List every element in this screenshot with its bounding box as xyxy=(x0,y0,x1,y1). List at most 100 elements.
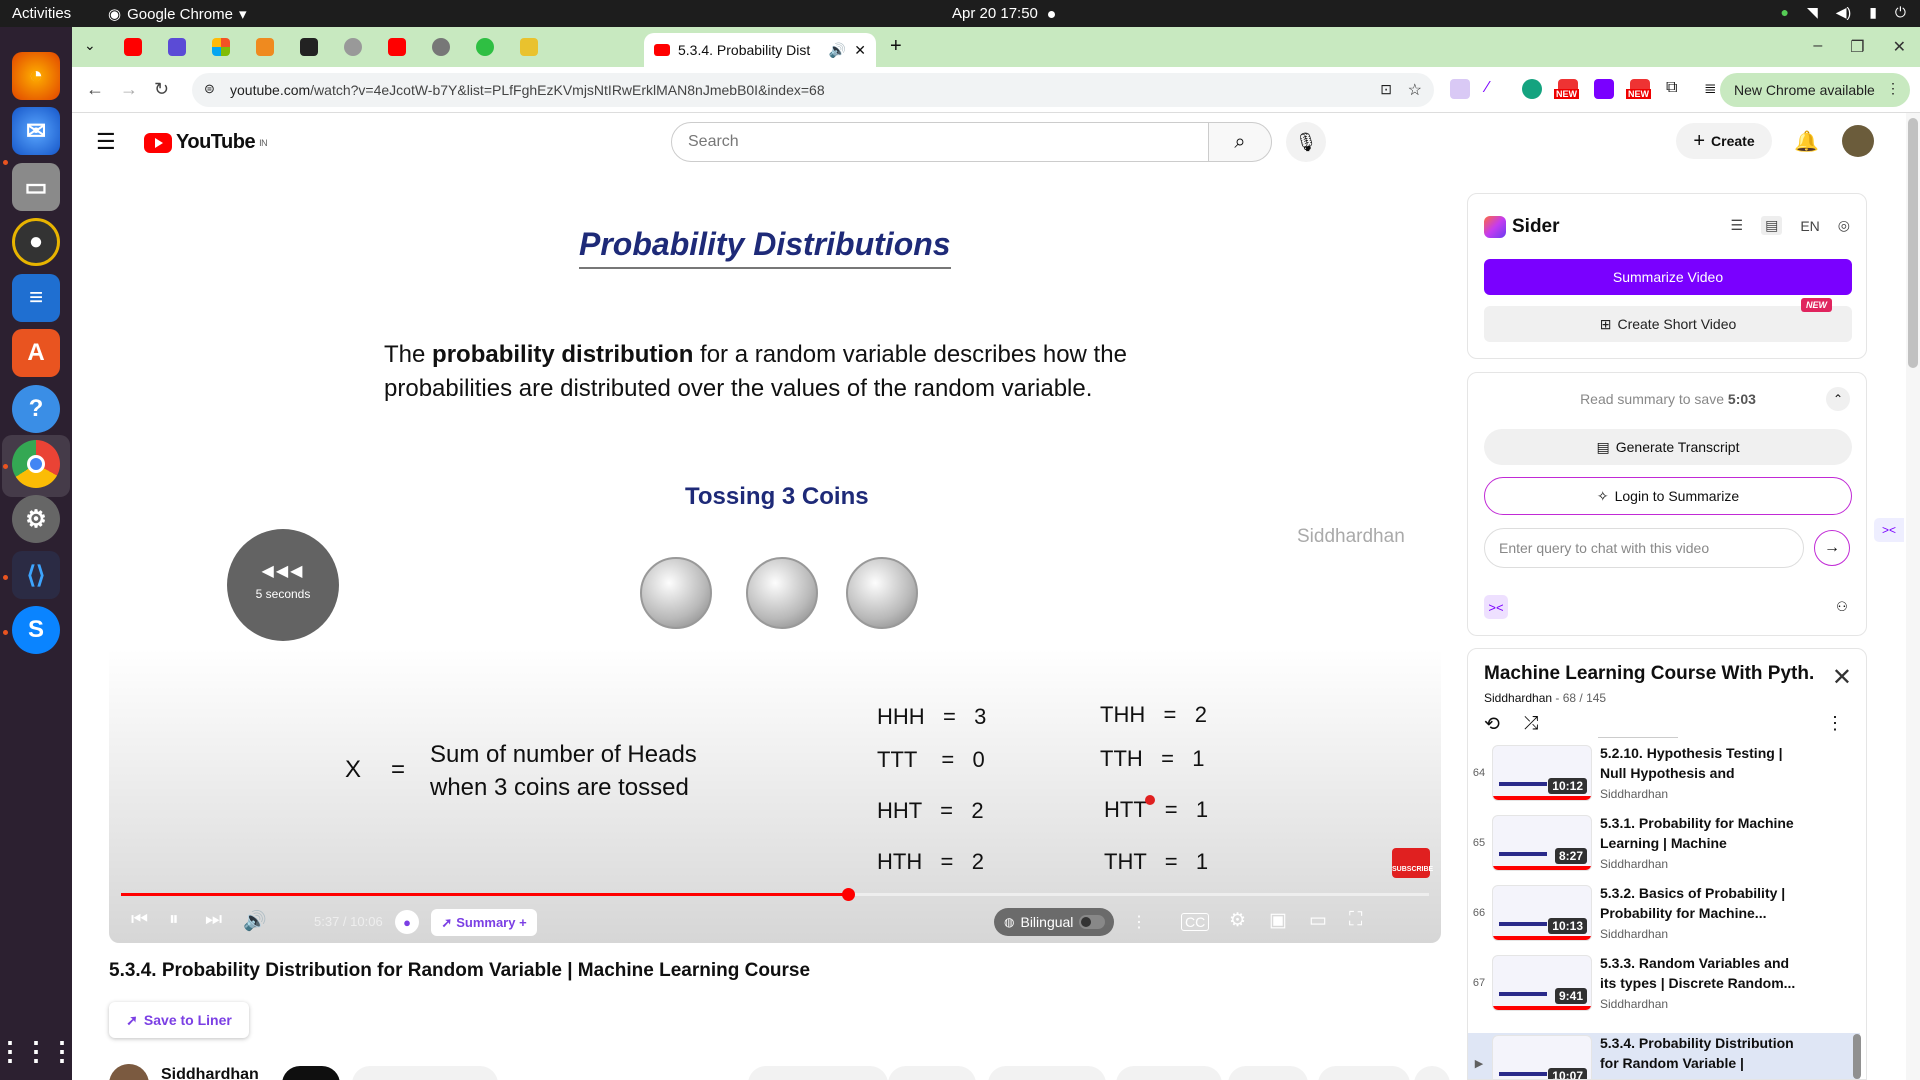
tab-openai[interactable] xyxy=(432,38,450,56)
back-icon[interactable]: ← xyxy=(86,79,104,100)
new-extension-1-icon[interactable]: NEW xyxy=(1554,79,1579,99)
playlist-item[interactable]: 67 9:41 5.3.3. Random Variables and its … xyxy=(1468,953,1860,1023)
playlist-item[interactable]: 64 10:12 5.2.10. Hypothesis Testing | Nu… xyxy=(1468,743,1860,813)
chrome-dock-icon[interactable] xyxy=(12,440,60,488)
sider-mini-icon[interactable]: >< xyxy=(1484,595,1508,619)
hamburger-menu-icon[interactable]: ☰ xyxy=(96,129,116,155)
previous-icon[interactable]: ⏮ xyxy=(131,909,148,931)
activities-button[interactable]: Activities xyxy=(12,5,71,22)
extension-icon[interactable] xyxy=(1450,79,1470,99)
video-thumbnail[interactable]: 10:12 xyxy=(1492,745,1592,801)
subtitle-icon[interactable]: ▤ xyxy=(1761,216,1783,235)
settings-gear-icon[interactable]: ⚙ xyxy=(1229,909,1246,932)
toggle-switch[interactable] xyxy=(1079,915,1106,929)
loop-icon[interactable]: ⟲ xyxy=(1484,713,1500,736)
video-player[interactable]: Probability Distributions The probabilit… xyxy=(109,168,1441,943)
tab-search-icon[interactable]: ⌄ xyxy=(84,37,96,54)
clip-button[interactable] xyxy=(1228,1066,1308,1080)
firefox-icon[interactable]: ◔ xyxy=(12,52,60,100)
next-icon[interactable]: ⏭ xyxy=(205,909,222,931)
new-tab-icon[interactable]: + xyxy=(890,35,902,58)
more-options-icon[interactable]: ⋮ xyxy=(1131,912,1147,932)
video-thumbnail[interactable]: 10:07 xyxy=(1492,1035,1592,1079)
playlist-item-current[interactable]: ▶ 10:07 5.3.4. Probability Distribution … xyxy=(1468,1033,1860,1079)
extensions-puzzle-icon[interactable]: ⧉ xyxy=(1666,79,1686,99)
scrubber-handle[interactable] xyxy=(841,888,855,901)
theater-mode-icon[interactable]: ▭ xyxy=(1309,909,1327,932)
voice-search-button[interactable]: 🎙 xyxy=(1286,122,1326,162)
tab-package[interactable] xyxy=(256,38,274,56)
miniplayer-icon[interactable]: ▣ xyxy=(1269,909,1287,932)
more-actions-button[interactable] xyxy=(1414,1066,1450,1080)
chat-input[interactable]: Enter query to chat with this video xyxy=(1484,528,1804,568)
playlist-item[interactable]: 66 10:13 5.3.2. Basics of Probability | … xyxy=(1468,883,1860,953)
channel-avatar[interactable] xyxy=(109,1064,149,1080)
video-thumbnail[interactable]: 8:27 xyxy=(1492,815,1592,871)
show-apps-icon[interactable]: ⋮⋮⋮ xyxy=(0,1027,75,1075)
close-playlist-icon[interactable]: ✕ xyxy=(1832,663,1852,692)
captions-icon[interactable]: CC xyxy=(1181,913,1210,931)
sider-extension-icon[interactable] xyxy=(1594,79,1614,99)
location-pin-icon[interactable]: ● xyxy=(395,910,419,934)
playlist-scrollbar[interactable] xyxy=(1853,1034,1861,1079)
pause-icon[interactable]: ⏸ xyxy=(169,909,179,931)
chrome-menu-icon[interactable]: ⋮ xyxy=(1886,80,1900,97)
address-bar[interactable]: ⊜ youtube.com/watch?v=4eJcotW-b7Y&list=P… xyxy=(192,73,1434,107)
skype-icon[interactable]: S xyxy=(12,606,60,654)
grammarly-icon[interactable] xyxy=(1522,79,1542,99)
youtube-logo[interactable]: YouTube IN xyxy=(144,131,268,154)
minimize-icon[interactable]: – xyxy=(1813,37,1822,57)
system-tray[interactable]: ● ◥ ◀) ▮ ⏻ xyxy=(1781,4,1906,21)
summary-button[interactable]: ➚ Summary + xyxy=(431,909,537,936)
progress-bar[interactable] xyxy=(121,888,1429,901)
language-selector[interactable]: EN xyxy=(1800,218,1819,234)
collapse-chevron-icon[interactable]: ⌃ xyxy=(1826,387,1850,411)
forward-icon[interactable]: → xyxy=(120,79,138,100)
new-chrome-available-button[interactable]: New Chrome available ⋮ xyxy=(1720,73,1910,107)
fullscreen-icon[interactable]: ⛶ xyxy=(1349,909,1362,931)
sider-side-tab-icon[interactable]: >< xyxy=(1874,518,1904,542)
save-button[interactable] xyxy=(1318,1066,1410,1080)
tab-youtube-1[interactable] xyxy=(124,38,142,56)
search-button[interactable]: ⌕ xyxy=(1208,122,1272,162)
maximize-icon[interactable]: ❐ xyxy=(1850,37,1864,57)
login-to-summarize-button[interactable]: ✧ Login to Summarize xyxy=(1484,477,1852,515)
settings-icon[interactable]: ⚙ xyxy=(12,495,60,543)
create-button[interactable]: + Create xyxy=(1676,123,1772,159)
tab-globe[interactable] xyxy=(344,38,362,56)
rhythmbox-icon[interactable]: ● xyxy=(12,218,60,266)
download-button[interactable] xyxy=(988,1066,1106,1080)
share-button[interactable] xyxy=(888,1066,976,1080)
tab-docs[interactable] xyxy=(168,38,186,56)
playlist-title[interactable]: Machine Learning Course With Pyth... xyxy=(1484,663,1814,685)
pen-extension-icon[interactable]: ⁄ xyxy=(1486,79,1506,99)
like-dislike-button[interactable] xyxy=(748,1066,888,1080)
close-window-icon[interactable]: ✕ xyxy=(1893,37,1906,57)
playlist-more-icon[interactable]: ⋮ xyxy=(1826,713,1844,734)
subscribed-button[interactable] xyxy=(352,1066,498,1080)
user-icon[interactable]: ⚇ xyxy=(1830,595,1854,619)
tab-green[interactable] xyxy=(476,38,494,56)
site-info-icon[interactable]: ⊜ xyxy=(204,81,215,97)
video-thumbnail[interactable]: 9:41 xyxy=(1492,955,1592,1011)
tab-active[interactable]: 5.3.4. Probability Dist 🔊 ✕ xyxy=(644,33,876,67)
volume-icon[interactable]: 🔊 xyxy=(243,909,267,933)
join-button[interactable] xyxy=(282,1066,340,1080)
channel-name[interactable]: Siddhardhan xyxy=(161,1066,259,1080)
tab-yellow[interactable] xyxy=(520,38,538,56)
thunderbird-icon[interactable]: ✉ xyxy=(12,107,60,155)
bookmark-star-icon[interactable]: ☆ xyxy=(1408,80,1422,100)
send-arrow-icon[interactable]: → xyxy=(1814,530,1850,566)
thanks-button[interactable] xyxy=(1116,1066,1222,1080)
clock[interactable]: Apr 20 17:50 xyxy=(952,5,1055,22)
list-icon[interactable]: ☰ xyxy=(1731,217,1744,234)
tab-microsoft[interactable] xyxy=(212,38,230,56)
sider-settings-icon[interactable]: ◎ xyxy=(1838,217,1850,234)
audio-icon[interactable]: 🔊 xyxy=(829,42,846,59)
video-thumbnail[interactable]: 10:13 xyxy=(1492,885,1592,941)
new-extension-2-icon[interactable]: NEW xyxy=(1626,79,1651,99)
app-menu[interactable]: ◉ Google Chrome ▾ xyxy=(108,5,247,24)
account-avatar[interactable] xyxy=(1842,125,1874,157)
app-center-icon[interactable]: A xyxy=(12,329,60,377)
subscribe-watermark[interactable]: SUBSCRIBE xyxy=(1392,848,1433,878)
